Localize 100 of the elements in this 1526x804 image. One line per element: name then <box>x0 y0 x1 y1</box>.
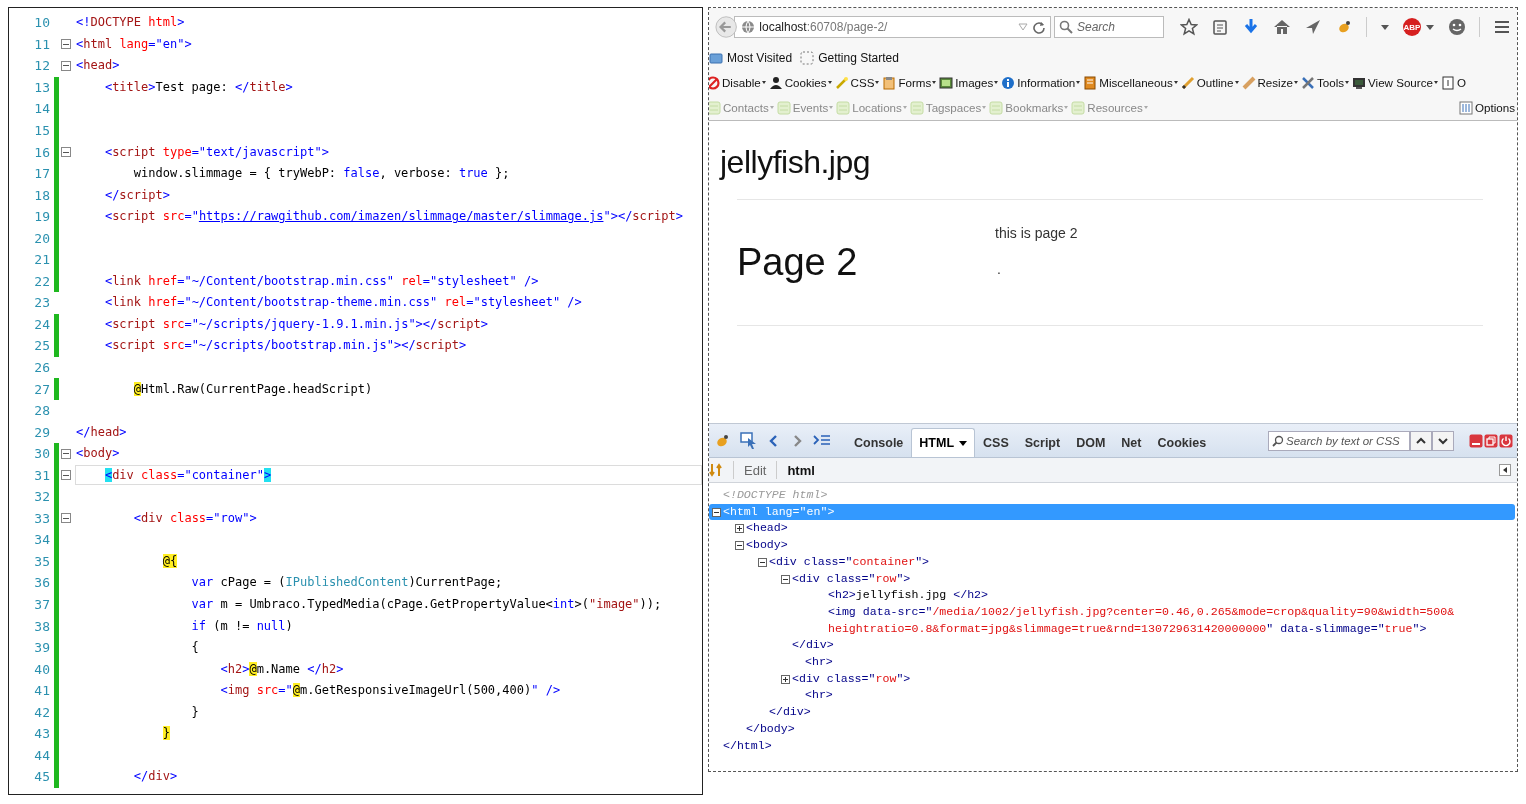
person-icon <box>768 75 783 90</box>
edit-button[interactable]: Edit <box>744 462 767 478</box>
inspect-icon[interactable] <box>740 431 758 450</box>
adblock-button[interactable]: ABP <box>1403 18 1421 36</box>
caret-icon[interactable] <box>1425 22 1435 32</box>
bookmark-link[interactable]: Most Visited <box>727 51 793 65</box>
toolbar-menu[interactable]: View Source <box>1352 75 1438 90</box>
search-field[interactable]: Search <box>1054 16 1164 38</box>
panel-tab[interactable]: Script <box>1016 428 1069 457</box>
download-icon[interactable] <box>1242 18 1260 36</box>
dom-node[interactable]: <h2>jellyfish.jpg </h2> <box>828 587 989 604</box>
swap-arrows-icon[interactable] <box>709 463 723 477</box>
menu-icon[interactable] <box>1493 18 1511 36</box>
dom-node[interactable]: <div class="container"> <box>769 553 930 571</box>
toolbar-menu[interactable]: Forms <box>882 75 937 90</box>
star-icon[interactable] <box>1180 18 1198 36</box>
prohibit-icon <box>709 75 720 90</box>
code-line: </head> <box>75 423 128 441</box>
line-number: 34 <box>33 532 50 548</box>
dom-node[interactable]: <head> <box>746 520 788 538</box>
collapse-toggle[interactable] <box>61 513 71 524</box>
collapse-panel-icon[interactable] <box>1499 464 1511 476</box>
collapse-toggle[interactable] <box>61 39 71 50</box>
closing-tag: </div> <box>769 704 811 721</box>
line-number: 12 <box>33 58 50 74</box>
panel-tab[interactable]: DOM <box>1068 428 1114 457</box>
toolbar-menu[interactable]: Disable <box>709 75 766 90</box>
smiley-icon[interactable] <box>1448 18 1466 36</box>
home-icon[interactable] <box>1273 18 1291 36</box>
dashed-square-icon <box>800 51 815 65</box>
line-number: 14 <box>33 101 50 117</box>
toolbar-menu[interactable]: O <box>1440 75 1466 90</box>
line-number: 25 <box>33 338 50 354</box>
previous-button[interactable] <box>1410 430 1432 451</box>
dom-node[interactable]: <body> <box>746 537 788 554</box>
reload-icon[interactable] <box>1032 20 1046 34</box>
url-text: localhost:60708/page-2/ <box>759 20 889 34</box>
collapse-toggle[interactable] <box>61 470 71 481</box>
card-icon <box>709 100 721 115</box>
breadcrumb[interactable]: html <box>787 462 815 478</box>
bookmark-link[interactable]: Getting Started <box>818 51 899 65</box>
toolbar-menu[interactable]: CSS <box>834 75 880 90</box>
panel-tab[interactable]: Cookies <box>1149 428 1215 457</box>
code-line: var m = Umbraco.TypedMedia(cPage.GetPropertyValue<int>("image")); <box>190 596 663 614</box>
line-number: 18 <box>33 187 50 203</box>
line-number: 38 <box>33 618 50 634</box>
toolbar-menu[interactable]: Miscellaneous <box>1083 75 1178 90</box>
folder-icon <box>709 51 723 65</box>
toolbar-menu[interactable]: Tools <box>1300 75 1350 90</box>
collapse-toggle[interactable] <box>735 541 744 551</box>
options-button[interactable]: Options <box>1459 100 1515 115</box>
closing-tag: </body> <box>746 720 795 738</box>
power-icon[interactable] <box>1499 433 1513 448</box>
line-number: 22 <box>33 273 50 289</box>
wand-icon <box>834 75 849 90</box>
line-number: 29 <box>33 424 50 440</box>
paper-plane-icon[interactable] <box>1304 18 1322 36</box>
minimize-icon[interactable] <box>1469 433 1483 448</box>
code-line: <script src="https://rawgithub.com/imazen/slimmage/master/slimmage.js"></script> <box>103 208 684 226</box>
panel-tab[interactable]: Net <box>1113 428 1150 457</box>
collapse-toggle[interactable] <box>61 147 71 158</box>
line-number: 45 <box>33 769 50 785</box>
collapse-toggle[interactable] <box>61 60 71 71</box>
panel-tab[interactable]: CSS <box>975 428 1017 457</box>
toolbar-menu[interactable]: Images <box>939 75 999 90</box>
next-button[interactable] <box>1432 430 1454 451</box>
card-icon <box>989 100 1004 115</box>
toolbar-menu[interactable]: Information <box>1001 75 1081 90</box>
caret-icon[interactable] <box>1380 22 1390 32</box>
pencil-icon <box>1180 75 1195 90</box>
panel-tab[interactable]: HTML <box>911 428 976 457</box>
dom-node[interactable]: <div class="row"> <box>792 670 911 688</box>
dom-node[interactable]: <div class="row"> <box>792 570 911 588</box>
collapse-toggle[interactable] <box>781 574 790 584</box>
dom-node[interactable]: <hr> <box>805 654 833 671</box>
toolbar-menu[interactable]: Resize <box>1241 75 1298 90</box>
expand-toggle[interactable] <box>781 674 790 684</box>
search-field[interactable]: Search by text or CSS <box>1268 430 1410 451</box>
collapse-toggle[interactable] <box>712 507 721 517</box>
address-bar[interactable]: localhost:60708/page-2/ <box>734 16 1051 38</box>
line-number: 21 <box>33 252 50 268</box>
code-line: <!DOCTYPE html> <box>75 14 186 32</box>
collapse-toggle[interactable] <box>758 557 767 567</box>
restore-icon[interactable] <box>1484 433 1498 448</box>
code-line: <title>Test page: </title> <box>103 78 294 96</box>
clipboard-icon[interactable] <box>1211 18 1229 36</box>
code-line: <head> <box>75 57 121 75</box>
toolbar-menu[interactable]: Cookies <box>768 75 832 90</box>
line-number: 30 <box>33 446 50 462</box>
line-number: 35 <box>33 553 50 569</box>
collapse-toggle[interactable] <box>61 448 71 459</box>
line-number: 42 <box>33 704 50 720</box>
code-line: <script type="text/javascript"> <box>103 143 330 161</box>
expand-toggle[interactable] <box>735 524 744 534</box>
line-number: 20 <box>33 230 50 246</box>
toolbar-menu[interactable]: Outline <box>1180 75 1239 90</box>
dom-node[interactable]: <hr> <box>805 687 833 705</box>
dom-node[interactable]: <img data-src="/media/1002/jellyfish.jpg?center=0.46,0.265&mode=crop&quality=90&width=500& heightratio=0.8&format=jpg&slimmage=true&rnd=130729631420000000" data-slimmage="true"> <box>828 603 1455 638</box>
line-number: 41 <box>33 683 50 699</box>
panel-tab[interactable]: Console <box>846 428 912 457</box>
